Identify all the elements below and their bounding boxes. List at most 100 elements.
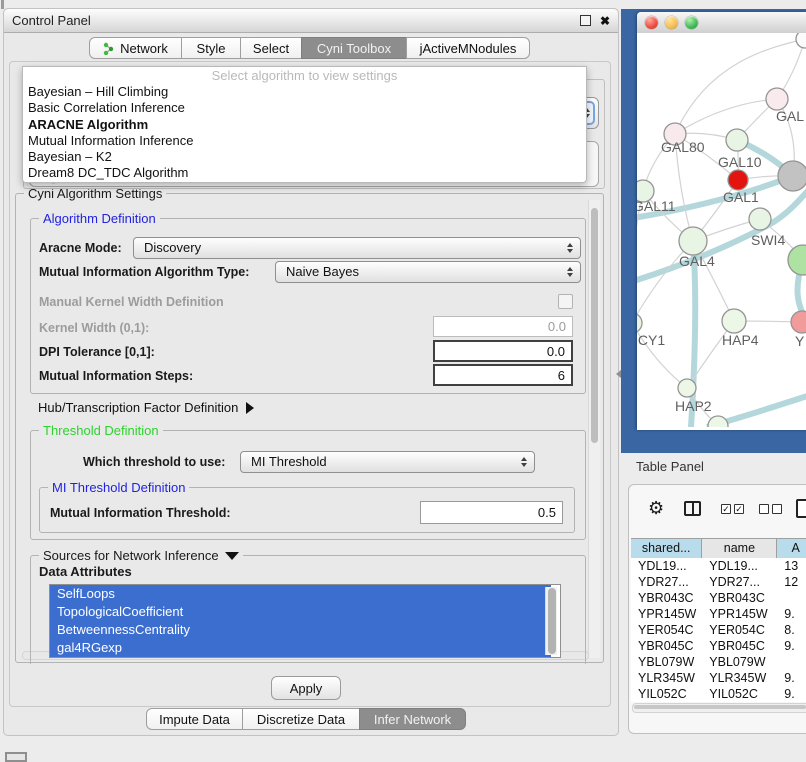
attribute-list-item[interactable]: gal4RGexp — [50, 639, 551, 657]
control-panel-titlebar[interactable]: Control Panel ✖ — [4, 9, 618, 33]
table-row[interactable]: YBL079WYBL079W — [631, 654, 806, 670]
dpi-tolerance-label: DPI Tolerance [0,1]: — [39, 345, 155, 359]
dropdown-item[interactable]: Basic Correlation Inference — [23, 100, 586, 116]
dropdown-item[interactable]: Bayesian – Hill Climbing — [23, 84, 586, 100]
table-row[interactable]: YBR043CYBR043C — [631, 590, 806, 606]
algorithm-definition-group: Algorithm Definition Aracne Mode: Discov… — [30, 218, 586, 394]
threshold-definition-group: Threshold Definition Which threshold to … — [30, 430, 586, 540]
table-hscrollbar[interactable] — [632, 703, 806, 713]
network-desktop: GALGAL80GAL10GAL1GAL11SWI4GAL4GCY1HAP4YH… — [621, 9, 806, 453]
table-hscrollbar-thumb[interactable] — [634, 705, 806, 709]
attribute-list-item[interactable]: TopologicalCoefficient — [50, 603, 551, 621]
dropdown-item[interactable]: Mutual Information Inference — [23, 133, 586, 149]
network-node-gray-node[interactable] — [778, 161, 806, 191]
table-row[interactable]: YIL052CYIL052C9. — [631, 686, 806, 702]
tab-discretize-data[interactable]: Discretize Data — [242, 708, 360, 730]
column-header[interactable]: A — [777, 539, 806, 559]
cyni-algorithm-settings-group: Cyni Algorithm Settings Algorithm Defini… — [15, 193, 604, 663]
column-split-icon[interactable] — [684, 501, 701, 516]
table-row[interactable]: YLR345WYLR345W9. — [631, 670, 806, 686]
sources-title-wrap[interactable]: Sources for Network Inference — [39, 548, 243, 563]
manual-kernel-label: Manual Kernel Width Definition — [39, 295, 224, 309]
network-node-salmon-node[interactable] — [791, 311, 806, 333]
dropdown-item[interactable]: Dream8 DC_TDC Algorithm — [23, 165, 586, 181]
table-row[interactable]: YPR145WYPR145W9. — [631, 606, 806, 622]
table-cell: YDR27... — [702, 574, 777, 590]
network-node-GAL10[interactable] — [726, 129, 748, 151]
table-cell: 13 — [777, 558, 806, 574]
unchecked-pair-icon[interactable] — [759, 504, 782, 514]
network-node-GAL1[interactable] — [728, 170, 748, 190]
table-cell: YBR045C — [631, 638, 702, 654]
panel-splitter-arrow[interactable] — [616, 370, 621, 378]
attribute-list-item[interactable]: BetweennessCentrality — [50, 621, 551, 639]
which-threshold-combobox[interactable]: MI Threshold — [240, 451, 535, 473]
table-cell: YDR27... — [631, 574, 702, 590]
tab-infer-network[interactable]: Infer Network — [359, 708, 466, 730]
network-graph: GALGAL80GAL10GAL1GAL11SWI4GAL4GCY1HAP4YH… — [637, 33, 806, 427]
table-body: YDL19...YDL19...13YDR27...YDR27...12YBR0… — [631, 558, 806, 702]
zoom-traffic-light[interactable] — [685, 16, 698, 29]
network-node-GAL4[interactable] — [679, 227, 707, 255]
network-node-partial-top[interactable] — [796, 33, 806, 48]
network-window[interactable]: GALGAL80GAL10GAL1GAL11SWI4GAL4GCY1HAP4YH… — [637, 12, 806, 430]
table-cell: YIL052C — [702, 686, 777, 702]
minimize-traffic-light[interactable] — [665, 16, 678, 29]
column-header[interactable]: shared... — [631, 539, 702, 559]
settings-scrollbar[interactable] — [588, 200, 600, 658]
threshold-definition-title: Threshold Definition — [39, 423, 163, 438]
network-window-titlebar[interactable] — [637, 12, 806, 34]
tab-style[interactable]: Style — [181, 37, 241, 59]
tab-impute-data[interactable]: Impute Data — [146, 708, 243, 730]
network-node-SWI4[interactable] — [749, 208, 771, 230]
network-canvas[interactable]: GALGAL80GAL10GAL1GAL11SWI4GAL4GCY1HAP4YH… — [637, 33, 806, 427]
float-window-icon[interactable] — [580, 15, 591, 26]
data-attributes-list[interactable]: SelfLoopsTopologicalCoefficientBetweenne… — [49, 584, 561, 658]
tab-cyni-toolbox[interactable]: Cyni Toolbox — [301, 37, 407, 59]
network-icon — [103, 42, 115, 55]
table-row[interactable]: YBR045CYBR045C9. — [631, 638, 806, 654]
table-row[interactable]: YER054CYER054C8. — [631, 622, 806, 638]
tab-label: Select — [253, 41, 289, 56]
table-row[interactable]: YDR27...YDR27...12 — [631, 574, 806, 590]
control-panel-window: Control Panel ✖ Network Style Select Cyni T… — [3, 8, 619, 736]
network-node-GCY1[interactable] — [637, 313, 642, 333]
attributes-list-scrollbar[interactable] — [545, 587, 557, 655]
close-icon[interactable]: ✖ — [600, 16, 610, 26]
mi-algorithm-type-combobox[interactable]: Naive Bayes — [275, 261, 581, 283]
mi-threshold-input[interactable] — [420, 501, 563, 524]
dpi-tolerance-input[interactable] — [433, 340, 573, 362]
bottom-left-box[interactable] — [5, 752, 27, 762]
gear-icon[interactable]: ⚙ — [648, 498, 664, 519]
apply-button[interactable]: Apply — [271, 676, 341, 700]
attribute-list-item[interactable]: SelfLoops — [50, 585, 551, 603]
attributes-list-scrollbar-thumb[interactable] — [548, 588, 556, 654]
table-cell: YPR145W — [702, 606, 777, 622]
dropdown-item[interactable]: Bayesian – K2 — [23, 149, 586, 165]
network-node-partial-bottom[interactable] — [708, 416, 728, 427]
tab-label: Network — [120, 41, 168, 56]
network-node-label: GAL11 — [637, 198, 676, 214]
checked-pair-icon[interactable]: ✓✓ — [721, 504, 744, 514]
hub-factor-section[interactable]: Hub/Transcription Factor Definition — [38, 400, 254, 415]
network-node-HAP2[interactable] — [678, 379, 696, 397]
aracne-mode-combobox[interactable]: Discovery — [133, 237, 581, 259]
table-row[interactable]: YDL19...YDL19...13 — [631, 558, 806, 574]
column-header[interactable]: name — [702, 539, 777, 559]
network-node-gal-partial[interactable] — [766, 88, 788, 110]
close-traffic-light[interactable] — [645, 16, 658, 29]
document-icon[interactable] — [796, 499, 806, 518]
dropdown-item[interactable]: ARACNE Algorithm — [23, 117, 586, 133]
network-node-HAP4[interactable] — [722, 309, 746, 333]
tab-network[interactable]: Network — [89, 37, 182, 59]
mi-threshold-definition-group: MI Threshold Definition Mutual Informati… — [39, 487, 575, 533]
tab-jactivemnodules[interactable]: jActiveMNodules — [406, 37, 530, 59]
mi-steps-input[interactable] — [433, 364, 573, 386]
kernel-width-input[interactable] — [433, 316, 573, 337]
manual-kernel-checkbox[interactable] — [558, 294, 573, 309]
aracne-mode-value: Discovery — [144, 240, 201, 255]
tab-select[interactable]: Select — [240, 37, 302, 59]
tab-label: Style — [197, 41, 226, 56]
network-node-big-green[interactable] — [788, 245, 806, 275]
settings-scrollbar-thumb[interactable] — [591, 208, 598, 443]
